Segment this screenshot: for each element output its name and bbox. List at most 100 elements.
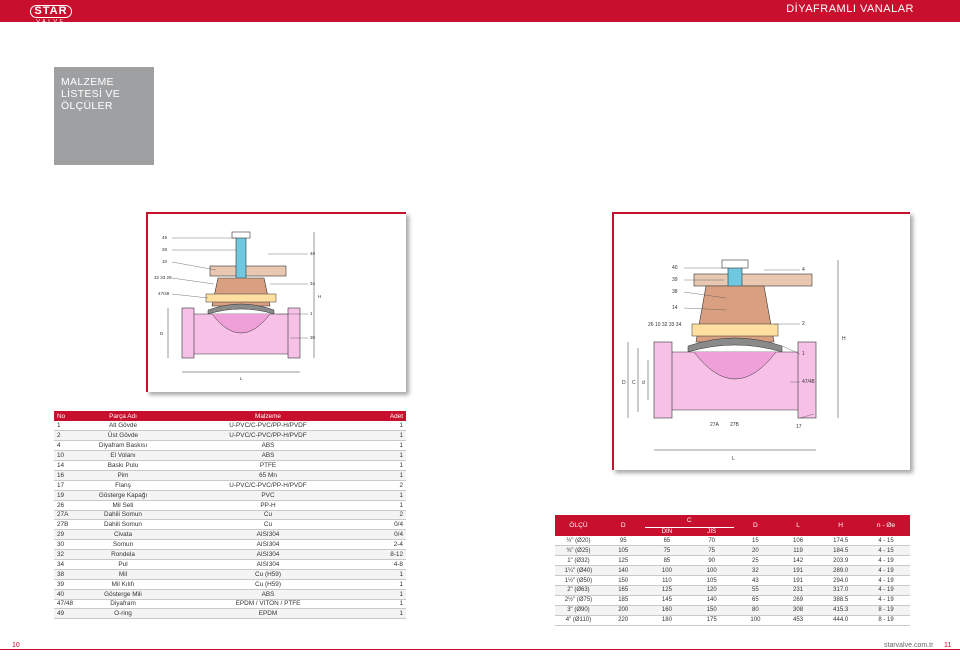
callout-label: 39 [672,277,678,283]
part-name-cell: Mil [78,569,168,580]
bonnet-flange-shape [205,293,277,303]
d-cell: 25 [734,555,777,567]
size-cell: 2" (Ø63) [555,585,602,596]
jis-cell: 150 [689,605,735,616]
part-name-cell: Baskı Pulu [78,460,168,471]
callout-label: 40 [672,265,678,271]
size-cell: ¾" (Ø25) [555,545,602,557]
logo-star-text: STAR [30,5,72,18]
bolts-cell: 4 - 19 [862,565,910,577]
dimension-label-d: D [622,380,626,386]
callout-label: 14 [672,305,678,311]
h-cell: 294.0 [819,575,862,586]
part-name-cell: Gösterge Kapağı [78,490,168,501]
part-number-cell: 4 [54,440,78,452]
part-number-cell: 47/48 [54,599,78,610]
quantity-cell: 1 [368,460,406,471]
part-name-cell: Mil Seti [78,500,168,511]
part-name-cell: Pul [78,559,168,570]
material-cell: EPDM [168,608,368,620]
callout-label: 34 [310,281,316,286]
material-cell: EPDM / VITON / PTFE [168,599,368,610]
l-cell: 453 [776,615,820,626]
d-cell: 65 [734,595,777,606]
quantity-cell: 1 [368,569,406,580]
parts-table-row: 2 Üst Gövde U-PVC/C-PVC/PP-H/PVDF 1 [54,430,406,442]
column-header-l: L [776,515,820,536]
dimension-label-l: L [240,376,243,381]
leader-line [171,261,217,271]
quantity-cell: 1 [368,450,406,462]
part-number-cell: 40 [54,589,78,600]
dims-table-row: ¾" (Ø25) 105 75 75 20 119 184.5 4 - 15 [555,545,910,557]
callout-label: 26 10 32 33 34 [648,322,682,328]
bolts-cell: 4 - 19 [862,555,910,567]
section-title-box: MALZEME LİSTESİ VE ÖLÇÜLER [54,67,154,165]
website-link[interactable]: starvalve.com.tr [884,642,933,649]
parts-table-row: 29 Civata AISI304 0/4 [54,529,406,541]
din-cell: 100 [644,565,690,577]
h-cell: 203.9 [819,555,862,567]
star-valve-logo: STAR VALVE [30,1,72,25]
section-title-line-1: MALZEME [61,76,114,88]
parts-table-row: 27A Dahili Somun Cu 2 [54,510,406,521]
indicator-cap-shape [721,259,749,269]
parts-table-row: 27B Dahili Somun Cu 0/4 [54,519,406,531]
jis-cell: 175 [689,615,735,626]
part-number-cell: 27B [54,519,78,531]
dimension-label-small-d: d [642,380,645,386]
column-header-din: DIN [644,526,690,536]
bolts-cell: 4 - 19 [862,575,910,586]
dimension-label-l: L [732,456,735,462]
h-cell: 317.0 [819,585,862,596]
l-cell: 119 [776,545,820,557]
section-title-line-3: ÖLÇÜLER [61,100,113,112]
dims-table-row: 2½" (Ø75) 185 145 140 65 269 388.5 4 - 19 [555,595,910,606]
part-name-cell: Üst Gövde [78,430,168,442]
outer-d-cell: 165 [601,585,645,596]
quantity-cell: 0/4 [368,529,406,541]
section-title-line-2: LİSTESİ VE [61,88,121,100]
part-name-cell: Dahili Somun [78,510,168,521]
quantity-cell: 2 [368,480,406,491]
left-flange-shape [653,341,673,419]
part-name-cell: Flanş [78,480,168,491]
outer-d-cell: 185 [601,595,645,606]
leader-line [171,293,209,299]
jis-cell: 75 [689,545,735,557]
l-cell: 231 [776,585,820,596]
quantity-cell: 1 [368,589,406,600]
material-cell: PVC [168,490,368,501]
callout-label: 10 [162,259,168,264]
parts-table-row: 32 Rondela AISI304 8-12 [54,549,406,560]
part-name-cell: Civata [78,529,168,541]
part-name-cell: Mil Kılıfı [78,579,168,590]
part-number-cell: 2 [54,430,78,442]
part-name-cell: Gösterge Mili [78,589,168,600]
quantity-cell: 8-12 [368,549,406,560]
part-number-cell: 32 [54,549,78,560]
valve-drawing-large: 40 39 38 14 26 10 32 33 34 4 2 1 47/48 1… [612,212,910,470]
jis-cell: 100 [689,565,735,577]
din-cell: 145 [644,595,690,606]
d-cell: 43 [734,575,777,586]
column-header-h: H [819,515,862,536]
quantity-cell: 1 [368,440,406,452]
part-number-cell: 14 [54,460,78,471]
callout-label: 1 [802,351,805,357]
column-header-bolts: n - Øe [862,515,910,536]
part-number-cell: 49 [54,608,78,620]
jis-cell: 120 [689,585,735,596]
parts-list-table: No Parça Adı Malzeme Adet 1 Alt Gövde U-PV… [54,411,406,620]
column-header-outer-d: D [601,515,645,536]
dims-table-row: 4" (Ø110) 220 180 175 100 453 444.0 8 - 19 [555,615,910,626]
dimension-label-c: C [632,380,636,386]
jis-cell: 70 [689,536,735,547]
l-cell: 191 [776,565,820,577]
h-cell: 415.3 [819,605,862,616]
size-cell: 2½" (Ø75) [555,595,602,606]
part-number-cell: 17 [54,480,78,491]
page-number-left: 10 [12,642,20,649]
parts-table-row: 26 Mil Seti PP-H 1 [54,500,406,511]
jis-cell: 140 [689,595,735,606]
